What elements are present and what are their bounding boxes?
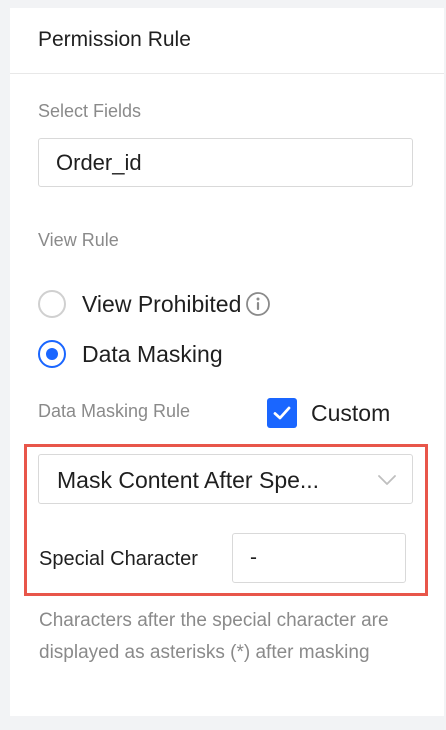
select-fields-input[interactable]: Order_id bbox=[38, 138, 413, 187]
data-masking-label: Data Masking bbox=[82, 340, 223, 367]
masking-method-select[interactable]: Mask Content After Spe... bbox=[38, 454, 413, 504]
masking-hint-text: Characters after the special character a… bbox=[39, 610, 389, 663]
special-character-input[interactable]: - bbox=[232, 533, 406, 583]
special-character-value: - bbox=[250, 546, 257, 569]
special-character-label: Special Character bbox=[39, 548, 198, 570]
data-masking-option[interactable]: Data Masking bbox=[38, 337, 223, 371]
data-masking-radio[interactable] bbox=[38, 340, 66, 368]
custom-checkbox-row[interactable]: Custom bbox=[267, 398, 390, 428]
view-prohibited-option[interactable]: View Prohibited bbox=[38, 287, 271, 321]
custom-checkbox[interactable] bbox=[267, 398, 297, 428]
masking-method-value: Mask Content After Spe... bbox=[57, 467, 320, 493]
chevron-down-icon bbox=[378, 475, 396, 485]
data-masking-rule-label: Data Masking Rule bbox=[38, 401, 191, 421]
panel-title: Permission Rule bbox=[38, 28, 191, 51]
view-prohibited-radio[interactable] bbox=[38, 290, 66, 318]
view-rule-label: View Rule bbox=[38, 230, 119, 250]
view-prohibited-label: View Prohibited bbox=[82, 290, 242, 317]
info-circle-icon[interactable] bbox=[245, 291, 271, 317]
select-fields-label: Select Fields bbox=[38, 101, 142, 121]
custom-checkbox-label: Custom bbox=[311, 399, 391, 426]
select-fields-value: Order_id bbox=[56, 149, 142, 175]
permission-rule-panel: Permission Rule Select Fields Order_id V… bbox=[10, 8, 444, 716]
panel-header: Permission Rule bbox=[10, 8, 444, 74]
check-icon bbox=[273, 406, 291, 420]
